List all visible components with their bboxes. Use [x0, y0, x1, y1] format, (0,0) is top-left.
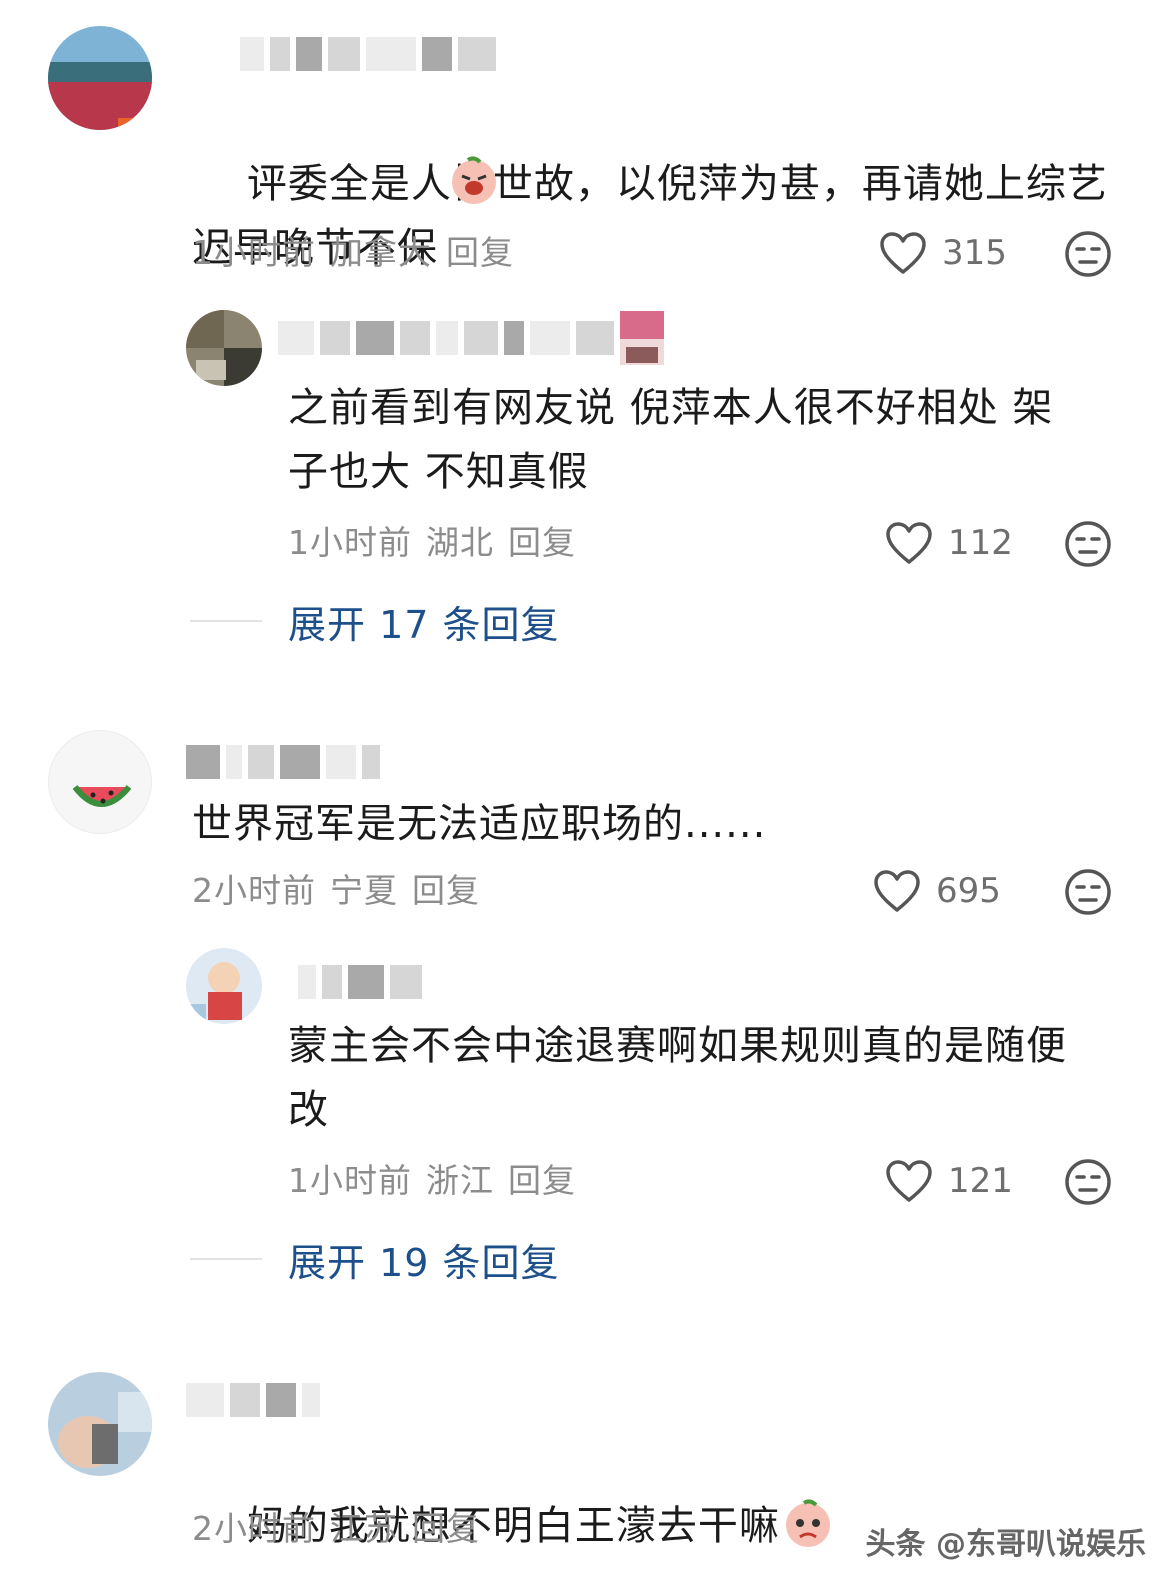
heart-outline-icon — [886, 1160, 932, 1202]
avatar[interactable] — [48, 1372, 152, 1476]
reply-button[interactable]: 回复 — [412, 864, 480, 912]
heart-outline-icon — [874, 870, 920, 912]
reply-button[interactable]: 回复 — [412, 1502, 480, 1550]
pleading-peach-emoji-icon — [785, 1499, 830, 1547]
comment-time: 2小时前 — [192, 1509, 316, 1548]
username-blurred[interactable] — [186, 1380, 320, 1420]
reply-time: 1小时前 — [288, 523, 412, 562]
like-button[interactable]: 315 — [878, 228, 1007, 278]
neutral-face-icon[interactable] — [1064, 868, 1112, 916]
watermark: 头条 @东哥叭说娱乐 — [865, 1527, 1146, 1562]
like-button[interactable]: 695 — [872, 866, 1001, 916]
reply-username-blurred[interactable] — [298, 962, 422, 1002]
like-button[interactable]: 121 — [884, 1156, 1013, 1206]
reply-button[interactable]: 回复 — [446, 226, 514, 274]
reply-location: 浙江 — [426, 1161, 494, 1200]
reply-avatar[interactable] — [186, 310, 262, 386]
avatar[interactable] — [48, 730, 152, 834]
neutral-face-icon[interactable] — [1064, 1158, 1112, 1206]
crying-peach-emoji-icon — [452, 156, 496, 204]
badge-icon — [620, 311, 664, 365]
comment-meta: 2小时前 江苏 回复 — [192, 1504, 480, 1548]
reply-meta: 1小时前 浙江 回复 — [288, 1156, 576, 1200]
comment-time: 2小时前 — [192, 871, 316, 910]
comment-location: 江苏 — [330, 1509, 398, 1548]
like-count: 121 — [948, 1161, 1013, 1201]
comment-text: 世界冠军是无法适应职场的...... — [192, 801, 767, 847]
reply-meta: 1小时前 湖北 回复 — [288, 518, 576, 562]
like-count: 315 — [942, 233, 1007, 273]
like-count: 112 — [948, 523, 1013, 563]
comment-text: 评委全是人情世故，以倪萍为甚，再请她上综艺 迟早晚节不保 — [192, 88, 1112, 344]
comment-time: 1小时前 — [192, 233, 316, 272]
expand-replies-button[interactable]: 展开 19 条回复 — [190, 1234, 560, 1285]
reply-time: 1小时前 — [288, 1161, 412, 1200]
avatar[interactable] — [48, 26, 152, 130]
reply-location: 湖北 — [426, 523, 494, 562]
comment-meta: 2小时前 宁夏 回复 — [192, 866, 480, 910]
comment-location: 加拿大 — [330, 233, 432, 272]
comment-meta: 1小时前 加拿大 回复 — [192, 228, 514, 272]
username-blurred[interactable] — [240, 34, 496, 74]
expand-replies-button[interactable]: 展开 17 条回复 — [190, 596, 560, 647]
heart-outline-icon — [886, 522, 932, 564]
reply-avatar[interactable] — [186, 948, 262, 1024]
reply-text: 之前看到有网友说 倪萍本人很不好相处 架 子也大 不知真假 — [288, 385, 1054, 495]
heart-outline-icon — [880, 232, 926, 274]
username-blurred[interactable] — [186, 742, 380, 782]
expand-replies-label: 展开 17 条回复 — [288, 602, 560, 647]
reply-text: 蒙主会不会中途退赛啊如果规则真的是随便 改 — [288, 1023, 1067, 1133]
comment-location: 宁夏 — [330, 871, 398, 910]
neutral-face-icon[interactable] — [1064, 230, 1112, 278]
like-button[interactable]: 112 — [884, 518, 1013, 568]
reply-button[interactable]: 回复 — [508, 516, 576, 564]
divider-line — [190, 1258, 262, 1260]
like-count: 695 — [936, 871, 1001, 911]
expand-replies-label: 展开 19 条回复 — [288, 1240, 560, 1285]
neutral-face-icon[interactable] — [1064, 520, 1112, 568]
divider-line — [190, 620, 262, 622]
reply-button[interactable]: 回复 — [508, 1154, 576, 1202]
reply-username-blurred[interactable] — [278, 311, 664, 365]
